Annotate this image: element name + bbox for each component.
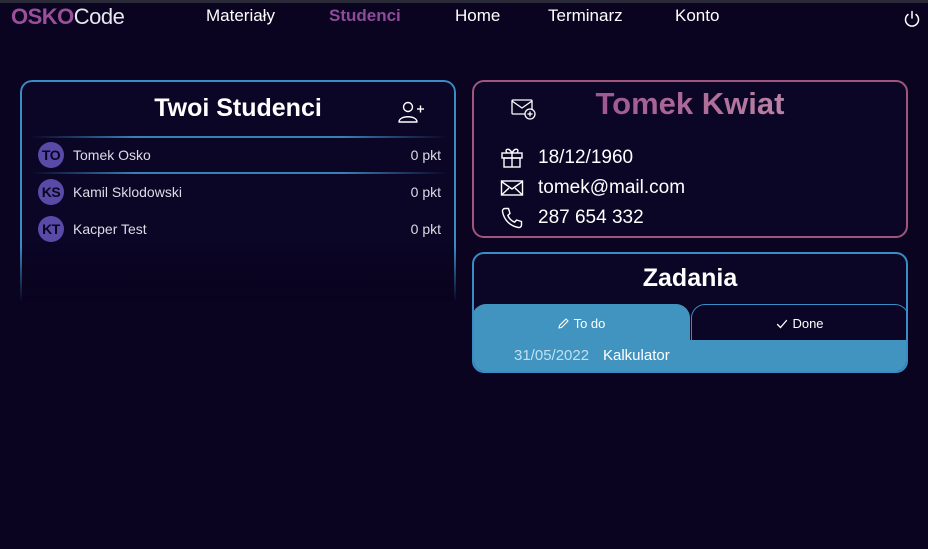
student-row[interactable]: KS Kamil Sklodowski 0 pkt (34, 177, 444, 207)
students-divider-top (30, 136, 448, 138)
student-selected-divider (30, 172, 448, 174)
power-icon[interactable] (903, 10, 921, 28)
brand-part-osko: OSKO (11, 4, 74, 29)
phone-icon (501, 207, 523, 229)
student-name: Kacper Test (73, 221, 147, 237)
task-list: 31/05/2022 Kalkulator (474, 340, 906, 371)
tab-done-label: Done (792, 316, 824, 331)
gift-icon (501, 148, 523, 168)
nav-account[interactable]: Konto (675, 6, 719, 26)
profile-phone[interactable]: 287 654 332 (538, 207, 644, 229)
top-border (0, 0, 928, 3)
tab-todo[interactable]: To do (474, 304, 690, 342)
tasks-panel: Zadania To do Done 31/05/2022 Kalkulator (472, 252, 908, 373)
envelope-icon (500, 180, 524, 196)
avatar: KT (38, 216, 64, 242)
pencil-icon (558, 317, 569, 329)
profile-email[interactable]: tomek@mail.com (538, 177, 685, 199)
tab-done[interactable]: Done (691, 304, 906, 342)
task-name: Kalkulator (603, 347, 670, 364)
nav-materials[interactable]: Materiały (206, 6, 275, 26)
tab-todo-label: To do (573, 315, 606, 331)
avatar: KS (38, 179, 64, 205)
avatar: TO (38, 142, 64, 168)
profile-birthdate: 18/12/1960 (538, 147, 634, 168)
nav-schedule[interactable]: Terminarz (548, 6, 623, 26)
check-icon (777, 319, 788, 328)
task-date: 31/05/2022 (514, 347, 590, 364)
nav-students[interactable]: Studenci (329, 6, 401, 26)
student-profile-card: Tomek Kwiat 18/12/1960 tomek@mail.com 28… (472, 80, 908, 238)
students-panel-title: Twoi Studenci (154, 94, 322, 122)
add-user-icon[interactable] (397, 100, 425, 124)
nav-home[interactable]: Home (455, 6, 500, 26)
student-points: 0 pkt (410, 147, 441, 163)
brand-logo[interactable]: OSKOCode (11, 4, 125, 30)
brand-part-code: Code (73, 4, 125, 29)
students-panel: Twoi Studenci TO Tomek Osko 0 pkt KS Kam… (20, 80, 456, 302)
profile-name: Tomek Kwiat (474, 86, 906, 122)
student-points: 0 pkt (410, 184, 441, 200)
student-row[interactable]: TO Tomek Osko 0 pkt (34, 140, 444, 170)
student-name: Kamil Sklodowski (73, 184, 182, 200)
student-row[interactable]: KT Kacper Test 0 pkt (34, 214, 444, 244)
tasks-title: Zadania (642, 264, 738, 292)
student-name: Tomek Osko (73, 147, 151, 163)
student-points: 0 pkt (410, 221, 441, 237)
